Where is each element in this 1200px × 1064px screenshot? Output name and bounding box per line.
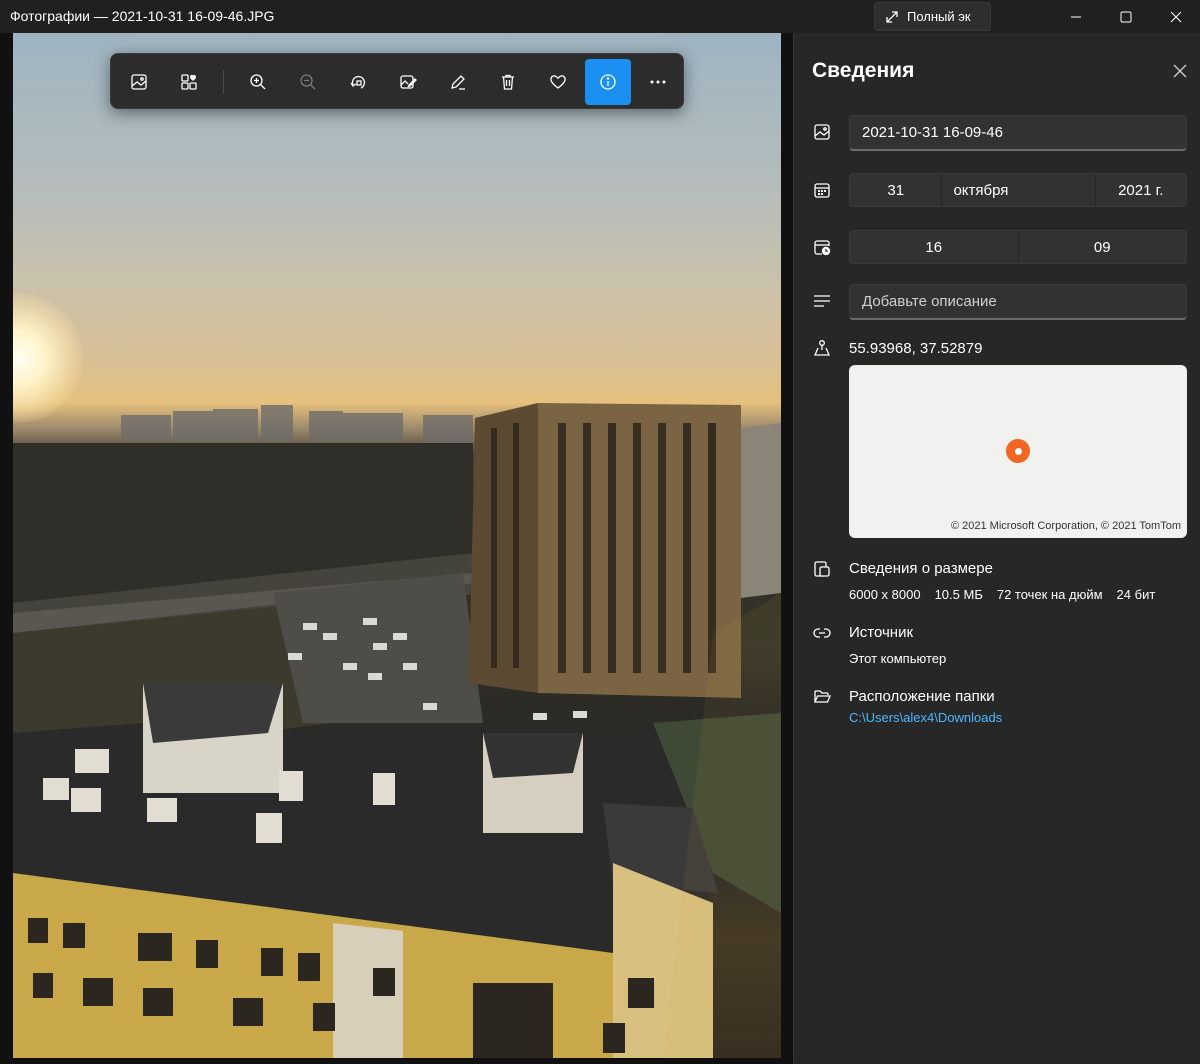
window-title: Фотографии — 2021-10-31 16-09-46.JPG bbox=[10, 8, 275, 24]
gallery-icon bbox=[130, 73, 148, 91]
source-title: Источник bbox=[849, 624, 914, 641]
zoom-out-icon bbox=[299, 73, 317, 91]
location-coordinates[interactable]: 55.93968, 37.52879 bbox=[849, 340, 982, 357]
expand-icon bbox=[885, 10, 899, 24]
file-name-field[interactable]: 2021-10-31 16-09-46 bbox=[849, 115, 1187, 151]
toolbar-separator bbox=[223, 70, 224, 94]
rotate-button[interactable] bbox=[335, 59, 381, 105]
size-dimensions: 6000 x 8000 bbox=[849, 587, 921, 602]
size-bit-depth: 24 бит bbox=[1116, 587, 1156, 602]
calendar-clock-icon bbox=[812, 237, 832, 257]
folder-icon bbox=[812, 687, 832, 707]
minimize-icon bbox=[1070, 11, 1082, 23]
close-icon bbox=[1170, 11, 1182, 23]
calendar-icon bbox=[812, 180, 832, 200]
edit-image-button[interactable] bbox=[385, 59, 431, 105]
maximize-button[interactable] bbox=[1100, 0, 1152, 33]
delete-button[interactable] bbox=[485, 59, 531, 105]
fullscreen-label: Полный эк bbox=[907, 9, 971, 24]
rotate-icon bbox=[349, 73, 367, 91]
close-icon bbox=[1173, 64, 1187, 78]
photo-toolbar bbox=[110, 53, 684, 109]
time-picker[interactable]: 16 09 bbox=[849, 230, 1187, 264]
minimize-button[interactable] bbox=[1050, 0, 1102, 33]
zoom-out-button[interactable] bbox=[285, 59, 331, 105]
size-icon bbox=[812, 559, 832, 579]
title-bar: Фотографии — 2021-10-31 16-09-46.JPG Пол… bbox=[0, 0, 1200, 33]
maximize-icon bbox=[1120, 11, 1132, 23]
collection-icon bbox=[180, 73, 198, 91]
fullscreen-button[interactable]: Полный эк bbox=[874, 2, 991, 31]
more-icon bbox=[649, 73, 667, 91]
folder-title: Расположение папки bbox=[849, 688, 995, 705]
size-dpi: 72 точек на дюйм bbox=[996, 587, 1103, 602]
close-window-button[interactable] bbox=[1150, 0, 1200, 33]
size-title: Сведения о размере bbox=[849, 560, 993, 577]
date-year[interactable]: 2021 г. bbox=[1096, 174, 1186, 206]
zoom-in-icon bbox=[249, 73, 267, 91]
size-details: 6000 x 8000 10.5 МБ 72 точек на дюйм 24 … bbox=[849, 587, 1155, 602]
edit-image-icon bbox=[399, 73, 417, 91]
gallery-button[interactable] bbox=[116, 59, 162, 105]
source-value: Этот компьютер bbox=[849, 651, 947, 666]
file-name-value: 2021-10-31 16-09-46 bbox=[862, 124, 1003, 141]
photo-viewer[interactable] bbox=[0, 33, 793, 1064]
link-icon bbox=[812, 623, 832, 643]
date-picker[interactable]: 31 октября 2021 г. bbox=[849, 173, 1187, 207]
description-icon bbox=[812, 291, 832, 311]
description-placeholder: Добавьте описание bbox=[862, 293, 997, 310]
description-field[interactable]: Добавьте описание bbox=[849, 284, 1187, 320]
map-attribution: © 2021 Microsoft Corporation, © 2021 Tom… bbox=[950, 520, 1181, 532]
time-minute[interactable]: 09 bbox=[1019, 231, 1187, 263]
size-file-size: 10.5 МБ bbox=[934, 587, 983, 602]
time-hour[interactable]: 16 bbox=[850, 231, 1018, 263]
heart-icon bbox=[549, 73, 567, 91]
info-icon bbox=[599, 73, 617, 91]
folder-path-link[interactable]: C:\Users\alex4\Downloads bbox=[849, 710, 1002, 725]
collection-button[interactable] bbox=[166, 59, 212, 105]
photo-scene bbox=[13, 403, 781, 1060]
more-button[interactable] bbox=[635, 59, 681, 105]
date-month[interactable]: октября bbox=[942, 174, 1094, 206]
image-icon bbox=[812, 122, 832, 142]
map-pin-icon bbox=[1006, 439, 1030, 463]
location-icon bbox=[812, 338, 832, 358]
delete-icon bbox=[499, 73, 517, 91]
info-panel: Сведения 2021-10-31 16-09-46 31 октября … bbox=[793, 33, 1200, 1064]
panel-title: Сведения bbox=[812, 59, 915, 82]
draw-icon bbox=[449, 73, 467, 91]
close-panel-button[interactable] bbox=[1168, 59, 1192, 83]
draw-button[interactable] bbox=[435, 59, 481, 105]
zoom-in-button[interactable] bbox=[235, 59, 281, 105]
info-button[interactable] bbox=[585, 59, 631, 105]
location-map[interactable]: © 2021 Microsoft Corporation, © 2021 Tom… bbox=[849, 365, 1187, 538]
date-day[interactable]: 31 bbox=[850, 174, 941, 206]
favorite-button[interactable] bbox=[535, 59, 581, 105]
photo bbox=[13, 33, 781, 1060]
